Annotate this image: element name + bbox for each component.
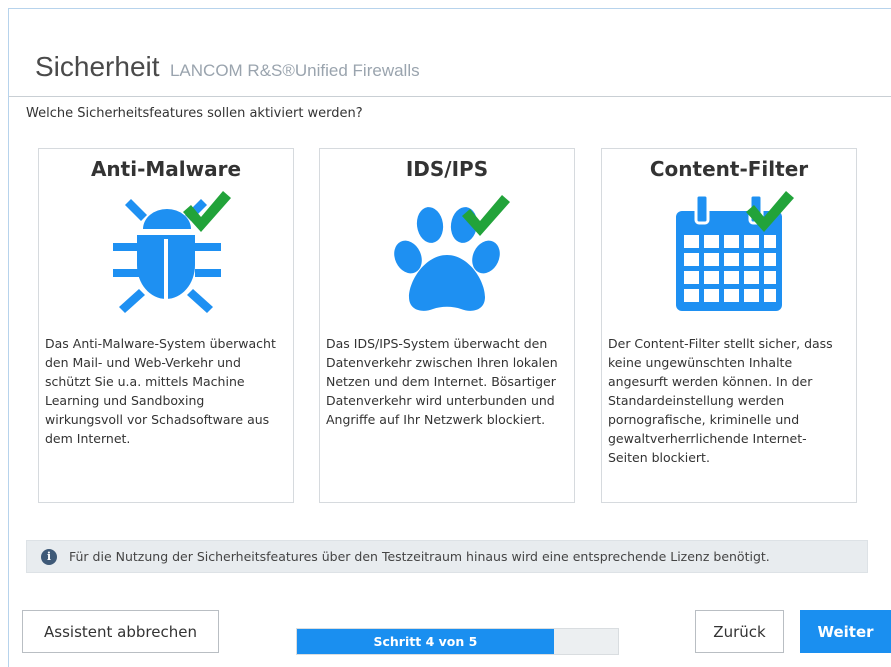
card-title: IDS/IPS <box>405 157 489 181</box>
feature-card-content-filter[interactable]: Content-Filter Der Content-Filter stellt… <box>601 148 857 503</box>
paw-icon <box>394 195 510 311</box>
wizard-progress-bar: Schritt 4 von 5 <box>296 628 619 655</box>
feature-card-anti-malware[interactable]: Anti-Malware Das Anti-Malware-System übe… <box>38 148 294 503</box>
card-title: Content-Filter <box>649 157 809 181</box>
info-icon: i <box>41 548 57 565</box>
card-description: Das IDS/IPS-System überwacht den Datenve… <box>326 336 558 427</box>
progress-label: Schritt 4 von 5 <box>373 634 478 649</box>
page-title: Sicherheit <box>35 51 160 82</box>
page-subtitle: LANCOM R&S®Unified Firewalls <box>169 61 420 80</box>
back-button[interactable]: Zurück <box>695 610 784 653</box>
info-text: Für die Nutzung der Sicherheitsfeatures … <box>69 549 770 564</box>
dialog-header: Sicherheit LANCOM R&S®Unified Firewalls <box>35 51 420 83</box>
question-text: Welche Sicherheitsfeatures sollen aktivi… <box>26 106 363 121</box>
card-description: Das Anti-Malware-System überwacht den Ma… <box>45 336 276 446</box>
feature-card-ids-ips[interactable]: IDS/IPS Das IDS/IPS-System überwacht den… <box>319 148 575 503</box>
header-divider <box>9 96 891 97</box>
license-info-banner: i Für die Nutzung der Sicherheitsfeature… <box>26 540 868 573</box>
calendar-icon <box>676 191 794 311</box>
card-description: Der Content-Filter stellt sicher, dass k… <box>608 336 833 465</box>
next-button[interactable]: Weiter <box>800 610 891 653</box>
card-title: Anti-Malware <box>90 157 242 181</box>
bug-icon <box>113 191 231 313</box>
cancel-wizard-button[interactable]: Assistent abbrechen <box>22 610 219 653</box>
